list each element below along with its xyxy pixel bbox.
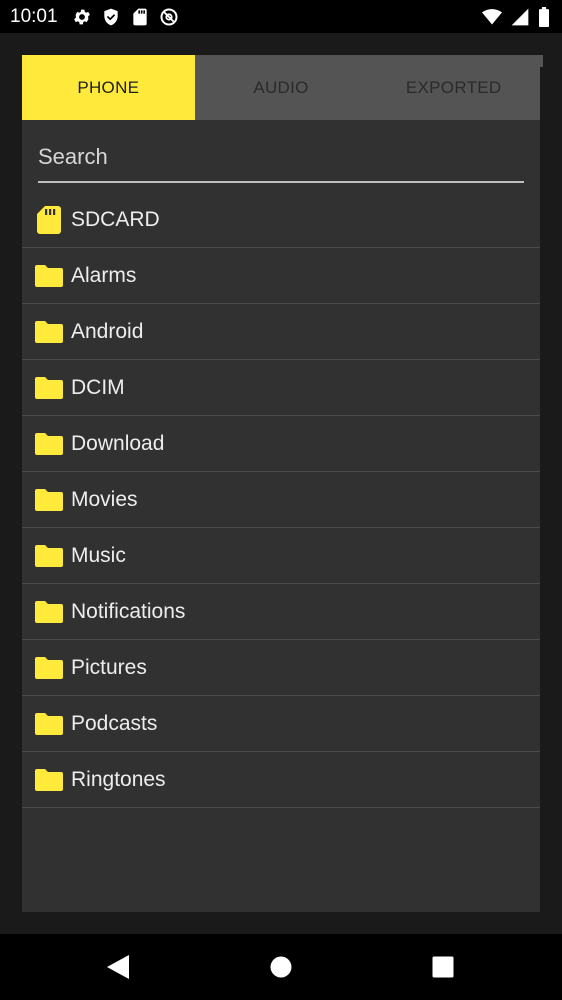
home-icon[interactable] (268, 954, 294, 980)
list-item-label: SDCARD (71, 207, 160, 231)
tab-bar: PHONE AUDIO EXPORTED (22, 55, 543, 120)
folder-list: SDCARD Alarms Android DCIM Download Movi… (22, 192, 540, 808)
list-item-label: Ringtones (71, 767, 166, 791)
settings-icon (72, 7, 92, 27)
search-box (38, 135, 524, 183)
list-item-label: Download (71, 431, 165, 455)
shield-icon (101, 7, 121, 27)
list-item-label: Notifications (71, 599, 186, 623)
list-item-alarms[interactable]: Alarms (22, 248, 540, 304)
list-item-ringtones[interactable]: Ringtones (22, 752, 540, 808)
search-input[interactable] (38, 135, 524, 179)
list-item-notifications[interactable]: Notifications (22, 584, 540, 640)
folder-icon (35, 766, 63, 794)
list-item-movies[interactable]: Movies (22, 472, 540, 528)
signal-icon (510, 7, 530, 27)
list-item-label: Movies (71, 487, 138, 511)
folder-icon (35, 374, 63, 402)
at-sign-icon (159, 7, 179, 27)
navigation-bar (0, 934, 562, 1000)
folder-icon (35, 430, 63, 458)
list-item-android[interactable]: Android (22, 304, 540, 360)
file-picker-dialog: PHONE AUDIO EXPORTED SDCARD Alarms Andro… (22, 55, 543, 912)
folder-icon (35, 486, 63, 514)
tab-bar-edge (540, 55, 543, 67)
folder-icon (35, 542, 63, 570)
recents-icon[interactable] (430, 954, 456, 980)
list-item-music[interactable]: Music (22, 528, 540, 584)
battery-icon (538, 7, 550, 28)
tab-audio[interactable]: AUDIO (195, 55, 368, 120)
folder-icon (35, 654, 63, 682)
list-item-dcim[interactable]: DCIM (22, 360, 540, 416)
folder-icon (35, 318, 63, 346)
sd-card-icon (35, 205, 63, 234)
wifi-icon (482, 7, 502, 27)
list-item-label: Pictures (71, 655, 147, 679)
list-item-label: Alarms (71, 263, 137, 287)
list-item-pictures[interactable]: Pictures (22, 640, 540, 696)
sd-card-icon (130, 7, 150, 27)
tab-exported[interactable]: EXPORTED (367, 55, 540, 120)
list-item-sdcard[interactable]: SDCARD (22, 192, 540, 248)
status-icons-right (482, 6, 550, 28)
folder-icon (35, 710, 63, 738)
folder-icon (35, 598, 63, 626)
list-item-download[interactable]: Download (22, 416, 540, 472)
back-icon[interactable] (105, 954, 131, 980)
status-icons-left (72, 6, 179, 28)
list-item-label: Android (71, 319, 144, 343)
list-item-label: Podcasts (71, 711, 158, 735)
folder-icon (35, 262, 63, 290)
status-time: 10:01 (10, 6, 58, 27)
tab-phone[interactable]: PHONE (22, 55, 195, 120)
list-item-podcasts[interactable]: Podcasts (22, 696, 540, 752)
list-item-label: Music (71, 543, 126, 567)
status-bar: 10:01 (0, 0, 562, 33)
list-item-label: DCIM (71, 375, 125, 399)
